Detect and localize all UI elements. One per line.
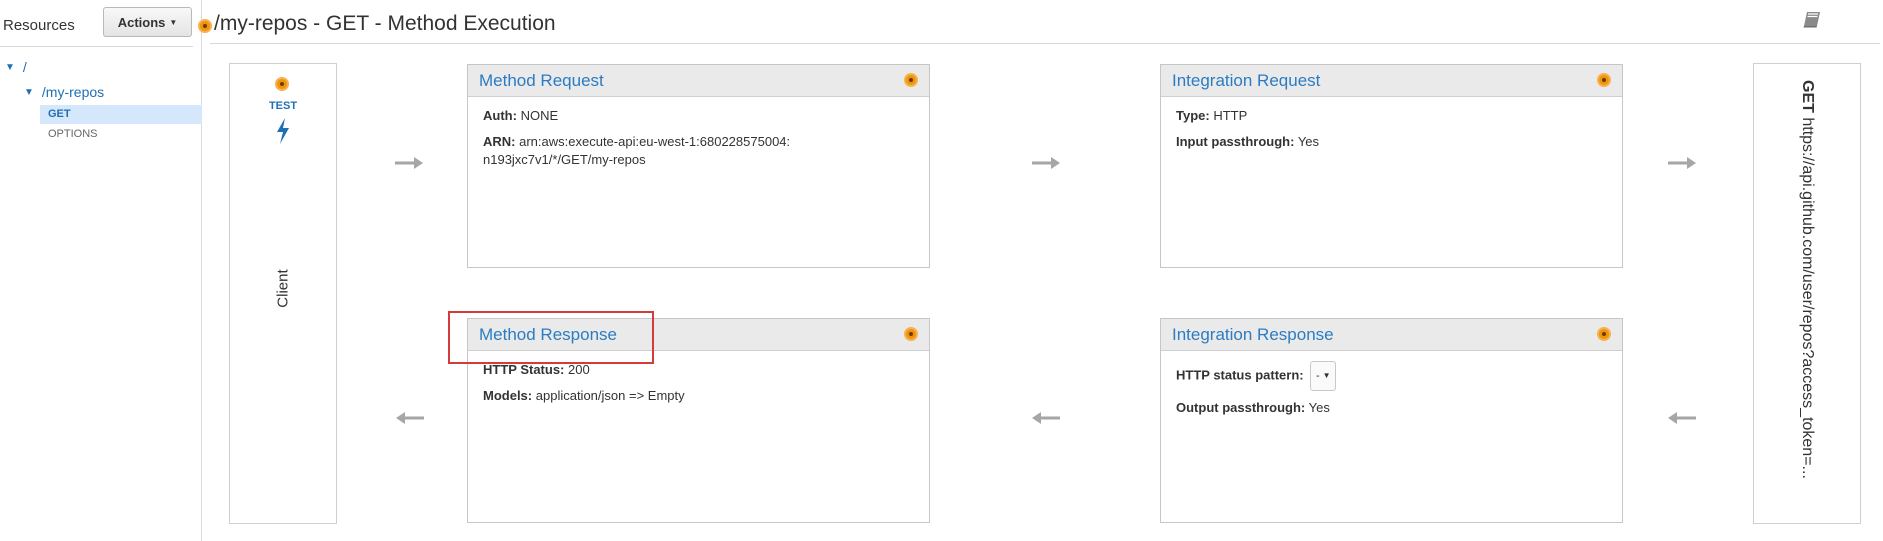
resources-title: Resources (3, 17, 75, 34)
tree-item-root[interactable]: ▼ / (5, 59, 27, 75)
tree-item-my-repos-label[interactable]: /my-repos (42, 84, 104, 100)
type-row: Type: HTTP (1176, 107, 1607, 125)
auth-row: Auth: NONE (483, 107, 914, 125)
method-request-link[interactable]: Method Request (479, 71, 604, 91)
endpoint-url: https://api.github.com/user/repos?access… (1799, 117, 1816, 479)
status-dot-icon (904, 73, 918, 87)
tree-item-get[interactable]: GET (40, 105, 202, 124)
arn-row: ARN: arn:aws:execute-api:eu-west-1:68022… (483, 133, 793, 169)
output-passthrough-value: Yes (1308, 400, 1330, 415)
highlight-box (448, 311, 654, 364)
client-label: Client (274, 269, 292, 308)
integration-response-card: Integration Response HTTP status pattern… (1160, 318, 1623, 523)
status-pattern-label: HTTP status pattern: (1176, 367, 1304, 383)
caret-down-icon: ▼ (169, 17, 178, 27)
header-divider (210, 43, 1880, 44)
models-value: application/json => Empty (535, 388, 685, 403)
type-label: Type: (1176, 108, 1210, 123)
arrow-right-icon (1668, 157, 1696, 169)
integration-request-header: Integration Request (1161, 65, 1622, 97)
type-value: HTTP (1213, 108, 1248, 123)
arrow-left-icon (1032, 412, 1060, 424)
http-status-label: HTTP Status: (483, 362, 565, 377)
models-row: Models: application/json => Empty (483, 387, 914, 405)
book-icon[interactable] (1802, 10, 1822, 28)
arrow-right-icon (1032, 157, 1060, 169)
endpoint-method: GET (1799, 80, 1816, 113)
integration-response-header: Integration Response (1161, 319, 1622, 351)
test-link[interactable]: TEST (256, 100, 310, 112)
sidebar-divider (0, 46, 193, 47)
models-label: Models: (483, 388, 533, 403)
tree-item-options[interactable]: OPTIONS (48, 128, 98, 140)
status-dot-icon (904, 327, 918, 341)
method-request-card: Method Request Auth: NONE ARN: arn:aws:e… (467, 64, 930, 268)
method-request-header: Method Request (468, 65, 929, 97)
auth-value: NONE (520, 108, 559, 123)
integration-response-link[interactable]: Integration Response (1172, 325, 1334, 345)
caret-down-icon: ▼ (1322, 371, 1331, 380)
input-passthrough-value: Yes (1297, 134, 1320, 149)
input-passthrough-label: Input passthrough: (1176, 134, 1295, 149)
endpoint-label: GET https://api.github.com/user/repos?ac… (1798, 80, 1816, 479)
integration-request-link[interactable]: Integration Request (1172, 71, 1320, 91)
integration-request-card: Integration Request Type: HTTP Input pas… (1160, 64, 1623, 268)
arrow-right-icon (395, 157, 423, 169)
arrow-left-icon (396, 412, 424, 424)
status-dot-icon (275, 77, 289, 91)
arn-label: ARN: (483, 134, 516, 149)
arn-value: arn:aws:execute-api:eu-west-1:6802285750… (483, 134, 791, 167)
status-pattern-select[interactable]: - ▼ (1310, 361, 1337, 391)
actions-button[interactable]: Actions ▼ (103, 7, 192, 37)
arrow-left-icon (1668, 412, 1696, 424)
tree-item-my-repos[interactable]: ▼ /my-repos (24, 84, 104, 100)
caret-down-icon[interactable]: ▼ (5, 62, 15, 73)
auth-label: Auth: (483, 108, 517, 123)
status-dot-icon (1597, 327, 1611, 341)
status-pattern-row: HTTP status pattern: - ▼ (1176, 361, 1607, 391)
page-title: /my-repos - GET - Method Execution (214, 12, 556, 35)
input-passthrough-row: Input passthrough: Yes (1176, 133, 1607, 151)
status-dot-icon (1597, 73, 1611, 87)
status-pattern-value: - (1315, 370, 1320, 382)
lightning-bolt-icon[interactable] (275, 118, 291, 144)
output-passthrough-row: Output passthrough: Yes (1176, 399, 1607, 417)
resources-sidebar (0, 0, 202, 541)
status-dot-icon (198, 19, 212, 33)
actions-label: Actions (117, 14, 166, 30)
http-status-value: 200 (568, 362, 590, 377)
tree-item-root-label[interactable]: / (23, 59, 27, 75)
output-passthrough-label: Output passthrough: (1176, 400, 1306, 415)
caret-down-icon[interactable]: ▼ (24, 87, 34, 98)
